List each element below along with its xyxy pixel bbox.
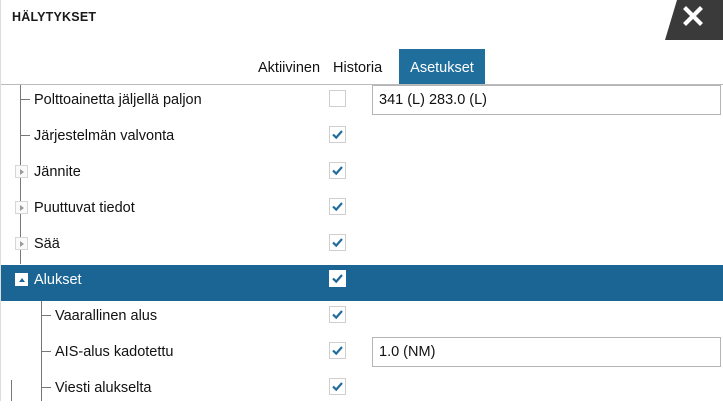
checkmark-icon	[332, 166, 343, 176]
window-border	[0, 0, 1, 401]
list-item[interactable]: Puuttuvat tiedot	[0, 193, 723, 229]
list-item-label: Puuttuvat tiedot	[34, 200, 135, 216]
value-field[interactable]: 341 (L) 283.0 (L)	[372, 85, 721, 115]
tab-aktiivinen[interactable]: Aktiivinen	[246, 49, 325, 85]
triangle-right-icon	[20, 205, 24, 211]
scroll-edge	[11, 380, 12, 401]
enable-checkbox[interactable]	[329, 306, 346, 323]
triangle-down-icon	[19, 278, 25, 282]
checkmark-icon	[332, 382, 343, 392]
list-item-label: Viesti alukselta	[55, 380, 152, 396]
title-bar: HÄLYTYKSET	[0, 0, 723, 49]
list-item[interactable]: Viesti alukselta	[0, 373, 723, 409]
list-item[interactable]: Polttoainetta jäljellä paljon 341 (L) 28…	[0, 85, 723, 121]
list-item-label: Vaarallinen alus	[55, 308, 158, 324]
tab-historia[interactable]: Historia	[325, 49, 399, 85]
expand-toggle[interactable]	[15, 165, 28, 178]
dialog-title: HÄLYTYKSET	[12, 10, 97, 24]
enable-checkbox[interactable]	[329, 270, 346, 287]
expand-toggle[interactable]	[15, 273, 28, 286]
expand-toggle[interactable]	[15, 201, 28, 214]
alarm-settings-list: Polttoainetta jäljellä paljon 341 (L) 28…	[0, 85, 723, 409]
close-button[interactable]	[665, 0, 723, 40]
checkmark-icon	[332, 130, 343, 140]
list-item[interactable]: Vaarallinen alus	[0, 301, 723, 337]
checkmark-icon	[332, 202, 343, 212]
list-item-selected[interactable]: Alukset	[0, 265, 723, 301]
list-item-label: Jännite	[34, 164, 81, 180]
checkmark-icon	[332, 274, 343, 284]
checkmark-icon	[332, 238, 343, 248]
close-icon	[665, 0, 723, 40]
tab-bar: Aktiivinen Historia Asetukset	[246, 49, 485, 85]
triangle-right-icon	[20, 241, 24, 247]
list-item[interactable]: AIS-alus kadotettu 1.0 (NM)	[0, 337, 723, 373]
enable-checkbox[interactable]	[329, 126, 346, 143]
enable-checkbox[interactable]	[329, 162, 346, 179]
list-item-label: Sää	[34, 236, 60, 252]
checkmark-icon	[332, 346, 343, 356]
list-item-label: Järjestelmän valvonta	[34, 128, 175, 144]
list-item-label: Alukset	[34, 272, 82, 288]
enable-checkbox[interactable]	[329, 342, 346, 359]
list-item-label: AIS-alus kadotettu	[55, 344, 174, 360]
enable-checkbox[interactable]	[329, 234, 346, 251]
list-item[interactable]: Sää	[0, 229, 723, 265]
list-item-label: Polttoainetta jäljellä paljon	[34, 92, 202, 108]
expand-toggle[interactable]	[15, 237, 28, 250]
list-item[interactable]: Jännite	[0, 157, 723, 193]
value-field[interactable]: 1.0 (NM)	[372, 337, 721, 367]
checkmark-icon	[332, 310, 343, 320]
triangle-right-icon	[20, 169, 24, 175]
tab-asetukset[interactable]: Asetukset	[399, 49, 485, 85]
enable-checkbox[interactable]	[329, 90, 346, 107]
enable-checkbox[interactable]	[329, 198, 346, 215]
enable-checkbox[interactable]	[329, 378, 346, 395]
list-item[interactable]: Järjestelmän valvonta	[0, 121, 723, 157]
